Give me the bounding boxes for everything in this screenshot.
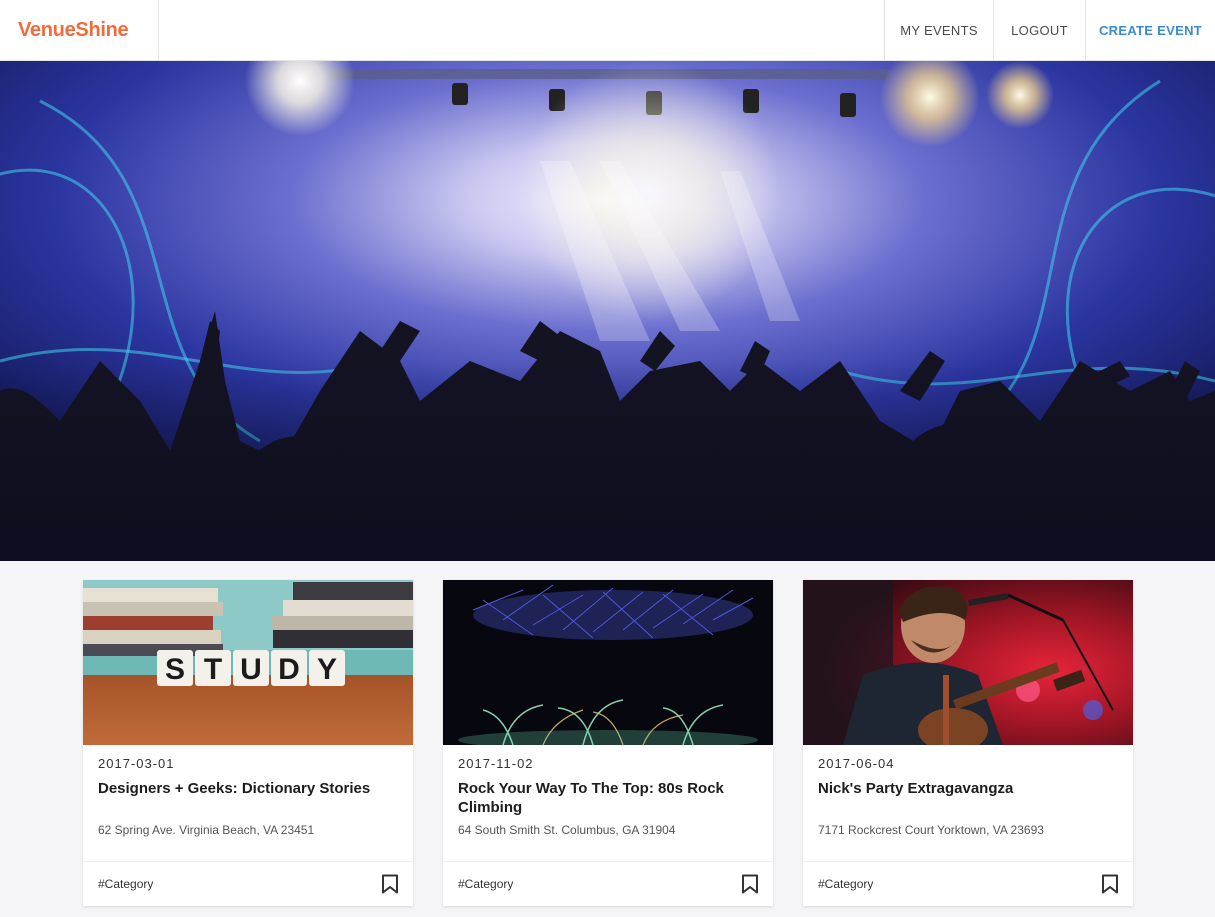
singer-guitar-image [803,580,1133,745]
event-date: 2017-03-01 [98,756,175,771]
bookmark-icon[interactable] [741,874,759,894]
bookmark-icon[interactable] [381,874,399,894]
event-address: 62 Spring Ave. Virginia Beach, VA 23451 [98,823,315,837]
brand-logo[interactable]: VenueShine [0,0,159,60]
hero-banner [0,61,1215,561]
event-card-footer: #Category [803,861,1133,906]
block-letter-d: D [278,653,300,686]
event-card[interactable]: 2017-06-04 Nick's Party Extragavangza 71… [803,580,1133,906]
event-category-tag[interactable]: #Category [818,877,873,891]
event-title[interactable]: Nick's Party Extragavangza [818,779,1118,798]
event-title[interactable]: Designers + Geeks: Dictionary Stories [98,779,398,798]
my-events-link[interactable]: MY EVENTS [884,0,993,60]
event-card-footer: #Category [443,861,773,906]
event-date: 2017-06-04 [818,756,895,771]
block-letter-t: T [204,653,222,686]
hero-concert-image [0,61,1215,561]
event-image[interactable] [803,580,1133,745]
event-category-tag[interactable]: #Category [458,877,513,891]
event-address: 7171 Rockcrest Court Yorktown, VA 23693 [818,823,1044,837]
event-address: 64 South Smith St. Columbus, GA 31904 [458,823,676,837]
event-category-tag[interactable]: #Category [98,877,153,891]
event-date: 2017-11-02 [458,756,534,771]
block-letter-y: Y [317,653,337,686]
event-card[interactable]: 2017-11-02 Rock Your Way To The Top: 80s… [443,580,773,906]
event-title[interactable]: Rock Your Way To The Top: 80s Rock Climb… [458,779,758,817]
top-navbar: VenueShine MY EVENTS LOGOUT CREATE EVENT [0,0,1215,61]
bookmark-icon[interactable] [1101,874,1119,894]
block-letter-s: S [165,653,185,686]
block-letter-u: U [240,653,262,686]
study-blocks-image: S T U D Y [83,580,413,745]
event-image[interactable] [443,580,773,745]
create-event-link[interactable]: CREATE EVENT [1085,0,1215,60]
logout-link[interactable]: LOGOUT [993,0,1085,60]
event-image[interactable]: S T U D Y [83,580,413,745]
fireworks-image [443,580,773,745]
event-card-list: S T U D Y 2017-03-01 Designers + Geeks: … [83,580,1133,910]
event-card[interactable]: S T U D Y 2017-03-01 Designers + Geeks: … [83,580,413,906]
event-card-footer: #Category [83,861,413,906]
